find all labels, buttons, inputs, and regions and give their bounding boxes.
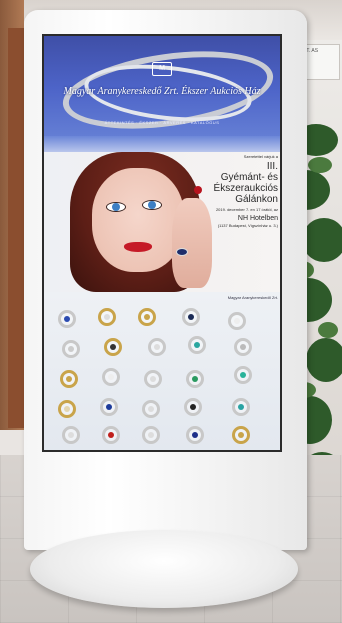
banner-title: Magyar Aranykereskedő Zrt. Ékszer Aukció… — [63, 86, 261, 97]
brooch-item — [58, 400, 76, 418]
brooch-item — [144, 370, 162, 388]
bracelet-item — [232, 426, 250, 444]
ring-item — [98, 308, 116, 326]
pendant-item — [142, 426, 160, 444]
event-line-2: Ékszeraukciós — [213, 183, 278, 194]
ring-item — [142, 400, 160, 418]
event-intro: Szeretettel várjuk a — [243, 154, 278, 159]
cross-item — [234, 338, 252, 356]
watch-item — [102, 368, 120, 386]
bracelet-item — [186, 370, 204, 388]
event-line-1: Gyémánt- és — [220, 172, 278, 183]
coin-item — [138, 308, 156, 326]
event-number: III. — [266, 161, 278, 172]
model-face — [92, 168, 184, 272]
model-eye — [106, 202, 126, 212]
ring-item — [232, 398, 250, 416]
event-address: (1137 Budapest, Vígszínház u. 3.) — [217, 223, 278, 228]
ring-item — [104, 338, 122, 356]
banner: M Magyar Aranykereskedő Zrt. Ékszer Aukc… — [44, 36, 280, 152]
ring-item — [60, 370, 78, 388]
ring-item — [186, 426, 204, 444]
ring-item — [62, 340, 80, 358]
watch-item — [184, 398, 202, 416]
kiosk-screen: M Magyar Aranykereskedő Zrt. Ékszer Aukc… — [42, 34, 282, 452]
banner-subtitle: ÁTTEKINTÉS · ÉKSZER · ÁRVERÉS · KATALÓGU… — [104, 120, 220, 125]
ring-item — [188, 336, 206, 354]
ring-item — [234, 366, 252, 384]
model-eye — [142, 200, 162, 210]
event-date: 2019. december 7. en 17 órától, az — [215, 207, 278, 212]
ring-item — [62, 426, 80, 444]
ring-item — [102, 426, 120, 444]
ring-item — [100, 398, 118, 416]
event-line-3: Gálánkon — [235, 194, 278, 205]
banner-fade — [44, 136, 280, 152]
event-announcement: Szeretettel várjuk a III. Gyémánt- és Ék… — [190, 154, 278, 228]
sapphire-ring — [176, 248, 188, 256]
bracelet-item — [148, 338, 166, 356]
ring-item — [228, 312, 246, 330]
jewelry-caption: Magyar Aranykereskedő Zrt. — [227, 295, 278, 300]
model-lips — [124, 242, 152, 252]
ring-item — [58, 310, 76, 328]
company-logo: M — [152, 62, 172, 76]
event-hotel: NH Hotelben — [237, 215, 278, 222]
watch-item — [182, 308, 200, 326]
photo-scene: KFT. AS M Magyar Aranykereskedő Zrt. Éks… — [0, 0, 342, 623]
kiosk-base — [30, 530, 298, 608]
